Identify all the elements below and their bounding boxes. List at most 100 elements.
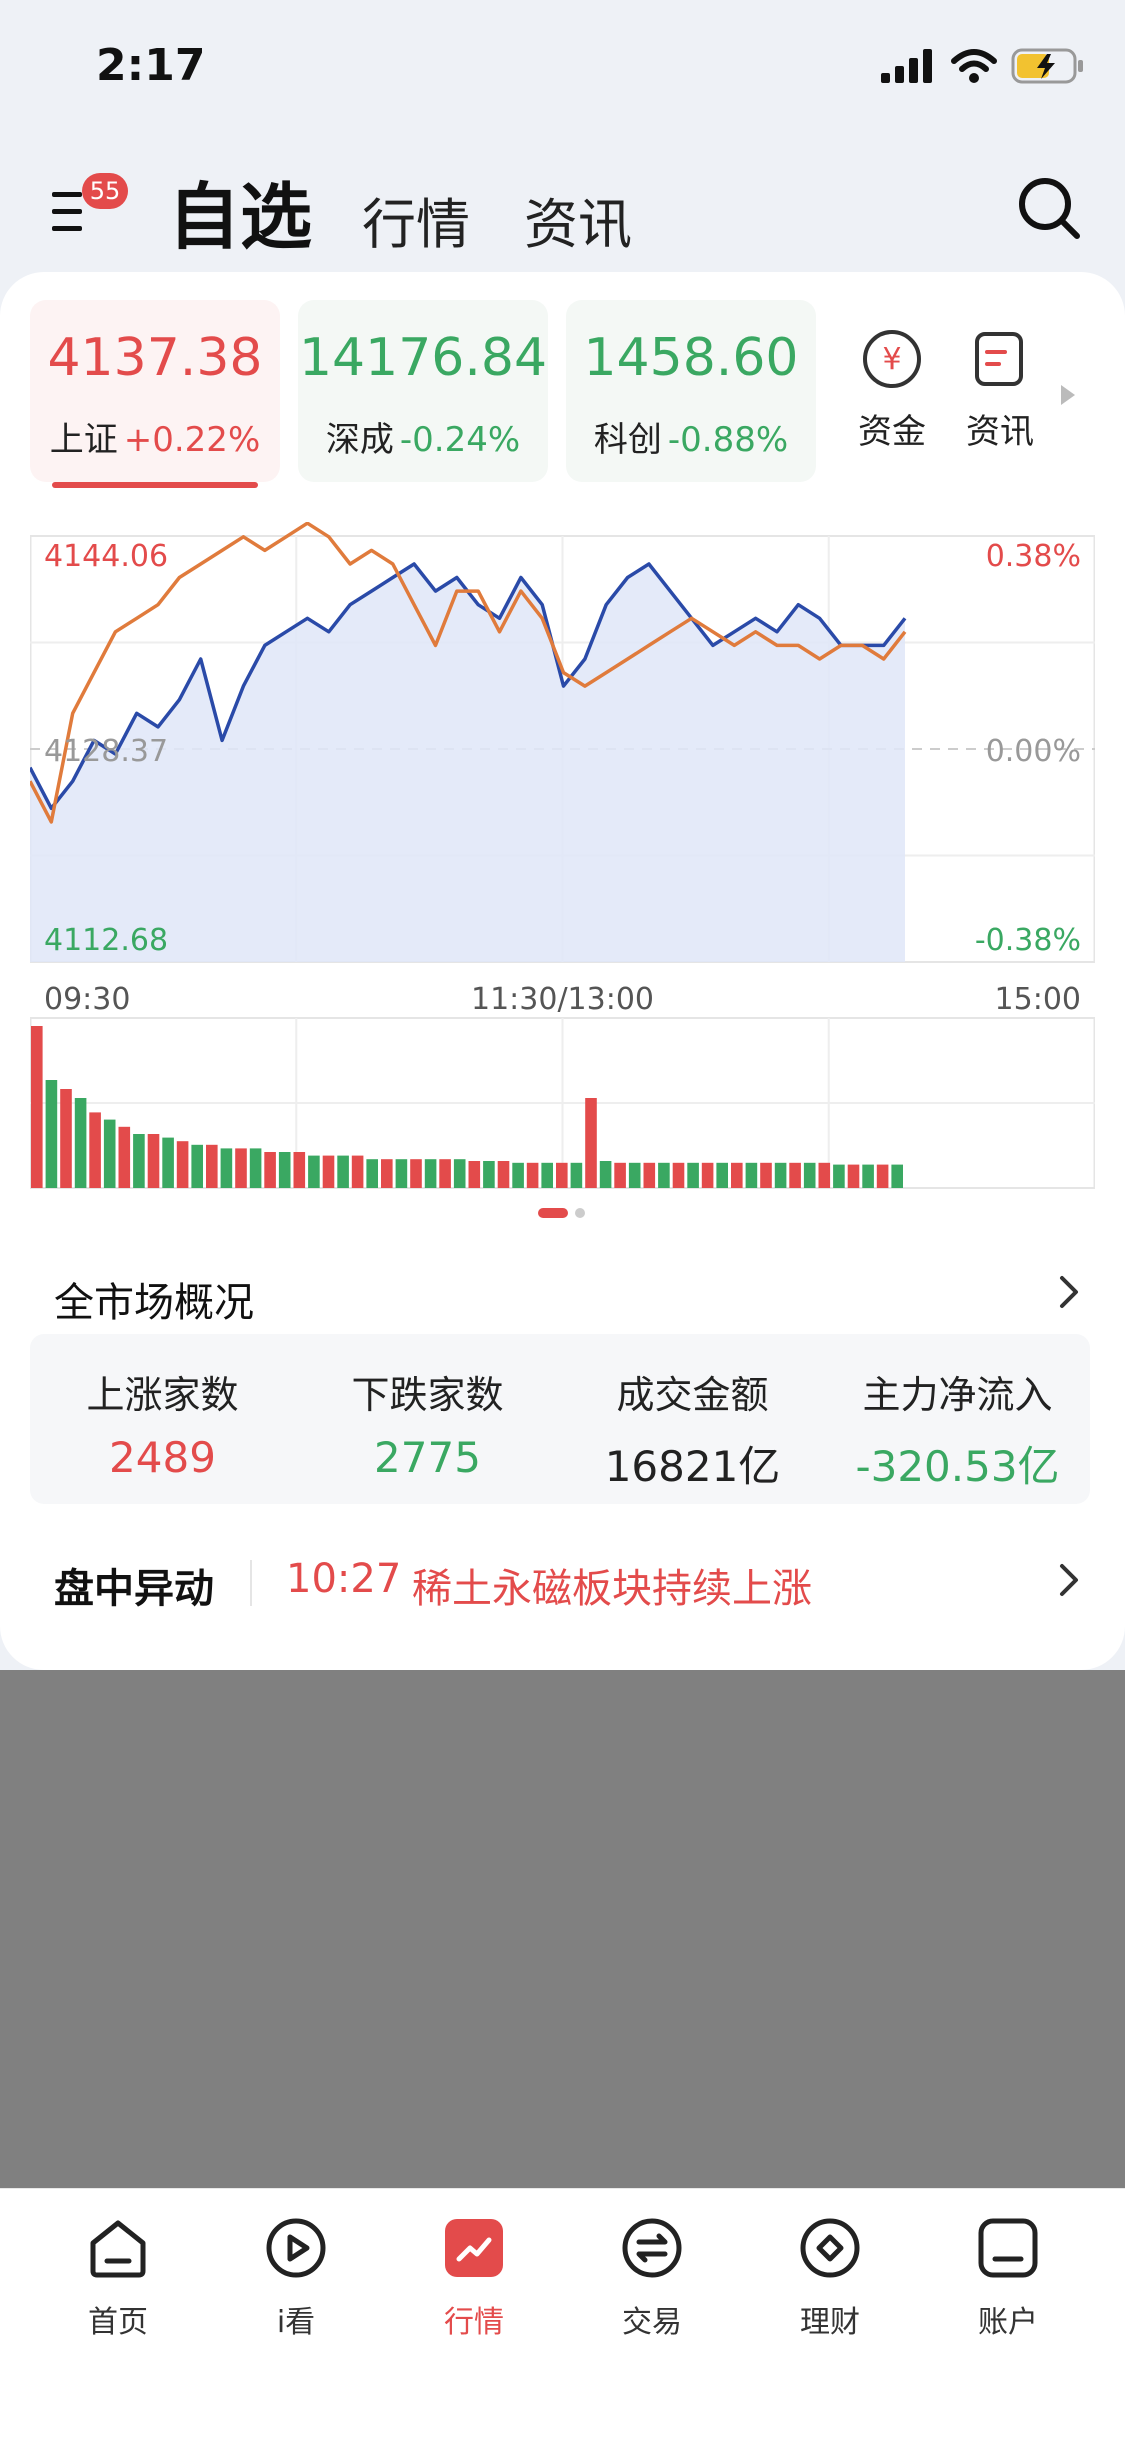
chevron-right-icon[interactable] [1049, 1272, 1089, 1312]
capital-flow-button[interactable]: ¥ 资金 [842, 328, 942, 453]
chevron-right-icon[interactable] [1049, 1560, 1089, 1600]
index-name: 科创 [593, 420, 662, 460]
index-card-star[interactable]: 1458.60 科创 -0.88% [566, 300, 816, 482]
overview-title[interactable]: 全市场概况 [54, 1270, 254, 1328]
index-value: 4137.38 [47, 328, 263, 388]
x-axis-label: 11:30/13:00 [471, 982, 654, 1017]
volume-bar [789, 1162, 801, 1188]
volume-bar [585, 1098, 597, 1188]
volume-bar [308, 1155, 320, 1188]
battery-charging-icon [1011, 48, 1083, 84]
x-axis-label: 15:00 [995, 982, 1081, 1017]
signal-icon [881, 49, 932, 83]
status-time: 2:17 [96, 40, 206, 91]
y-axis-left-label: 4112.68 [44, 923, 168, 958]
index-change: -0.88% [667, 420, 789, 460]
market-alert-row[interactable]: 盘中异动 10:27 稀土永磁板块持续上涨 [54, 1522, 1084, 1622]
volume-bar [803, 1162, 816, 1188]
volume-bar [322, 1155, 335, 1188]
volume-bar [337, 1155, 349, 1188]
volume-bar [862, 1164, 874, 1188]
volume-bar [716, 1162, 728, 1188]
search-button[interactable] [1013, 172, 1085, 244]
nav-account[interactable]: 账户 [938, 2213, 1078, 2341]
volume-bar [731, 1162, 743, 1188]
nav-watch[interactable]: i看 [226, 2213, 366, 2341]
volume-bar [818, 1162, 831, 1188]
alert-time: 10:27 [286, 1556, 402, 1602]
overview-advancers: 上涨家数 2489 [86, 1373, 239, 1482]
x-axis-label: 09:30 [44, 982, 130, 1017]
volume-bar [118, 1126, 131, 1188]
volume-bar [206, 1144, 218, 1188]
volume-bar [745, 1162, 758, 1188]
volume-bar [351, 1155, 364, 1188]
exchange-icon [622, 2218, 682, 2278]
volume-bar [176, 1141, 189, 1188]
scroll-right-icon[interactable] [1058, 382, 1078, 408]
account-icon [978, 2218, 1038, 2278]
tab-watchlist[interactable]: 自选 [168, 158, 312, 263]
volume-bar [366, 1159, 378, 1188]
overview-net-inflow: 主力净流入 -320.53亿 [855, 1373, 1060, 1491]
nav-wealth[interactable]: 理财 [760, 2213, 900, 2341]
yuan-circle-icon: ¥ [863, 330, 921, 388]
market-card: 4137.38 上证 +0.22% 14176.84 深成 -0.24% 1458.… [0, 272, 1125, 1670]
news-shortcut-button[interactable]: 资讯 [950, 328, 1050, 453]
index-change: -0.24% [399, 420, 521, 460]
wifi-icon [951, 49, 997, 83]
volume-bar [235, 1148, 247, 1188]
dimmed-overlay[interactable] [0, 1670, 1125, 2188]
volume-bar [628, 1162, 641, 1188]
volume-bar [395, 1159, 408, 1188]
volume-bar [687, 1162, 699, 1188]
volume-bar [264, 1152, 276, 1188]
volume-bar [45, 1080, 58, 1188]
index-value: 14176.84 [298, 328, 548, 388]
chart-svg[interactable]: 4144.06 4128.37 4112.68 0.38% 0.00% -0.38% 09:… [28, 521, 1096, 1202]
y-axis-right-label: -0.38% [975, 923, 1081, 958]
volume-bar [643, 1162, 656, 1188]
volume-bar [774, 1162, 787, 1188]
nav-home[interactable]: 首页 [48, 2213, 188, 2341]
intraday-chart[interactable]: 4144.06 4128.37 4112.68 0.38% 0.00% -0.38% 09:… [28, 521, 1096, 1206]
volume-bar [453, 1159, 466, 1188]
volume-bar [293, 1152, 306, 1188]
volume-bar [468, 1161, 481, 1188]
volume-bar [74, 1098, 87, 1188]
index-card-shanghai[interactable]: 4137.38 上证 +0.22% [30, 300, 280, 488]
index-name: 深成 [325, 420, 394, 460]
volume-bar [162, 1137, 174, 1188]
volume-bar [876, 1164, 889, 1188]
tab-market[interactable]: 行情 [362, 180, 470, 259]
volume-bar [614, 1162, 626, 1188]
svg-text:¥: ¥ [882, 342, 901, 377]
volume-bar [60, 1089, 72, 1188]
volume-bar [497, 1161, 510, 1188]
top-header: 55 自选 行情 资讯 [0, 140, 1125, 270]
volume-bar [147, 1134, 160, 1188]
volume-bar [556, 1162, 568, 1188]
index-card-shenzhen[interactable]: 14176.84 深成 -0.24% [298, 300, 548, 482]
volume-bar [89, 1112, 101, 1188]
volume-bar [599, 1161, 612, 1188]
nav-market[interactable]: 行情 [404, 2213, 544, 2341]
index-value: 1458.60 [583, 328, 799, 388]
volume-bar [760, 1162, 772, 1188]
home-icon [90, 2220, 146, 2278]
y-axis-right-label: 0.38% [986, 539, 1081, 574]
volume-bar [220, 1148, 233, 1188]
notification-badge: 55 [82, 173, 128, 209]
tab-news[interactable]: 资讯 [524, 180, 632, 259]
overview-panel[interactable]: 上涨家数 2489 下跌家数 2775 成交金额 16821亿 主力净流入 -3… [30, 1334, 1090, 1504]
volume-bar [526, 1162, 539, 1188]
volume-bar [278, 1152, 291, 1188]
overview-turnover: 成交金额 16821亿 [604, 1373, 781, 1491]
volume-bar [701, 1162, 714, 1188]
nav-trade[interactable]: 交易 [582, 2213, 722, 2341]
page-indicator [538, 1208, 585, 1218]
volume-bar [31, 1026, 43, 1188]
index-change: +0.22% [123, 420, 261, 460]
volume-bar [439, 1159, 451, 1188]
volume-bar [249, 1148, 262, 1188]
